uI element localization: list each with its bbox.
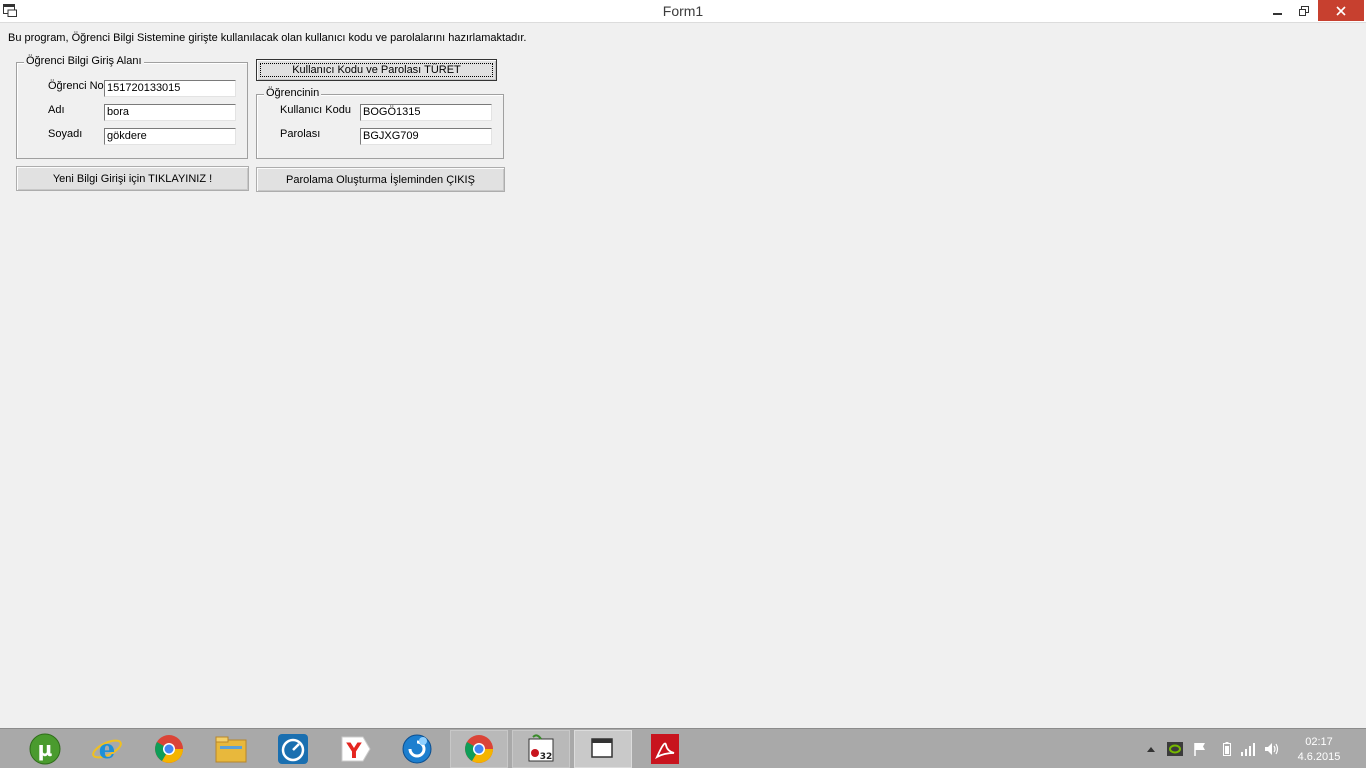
restore-button[interactable] — [1290, 0, 1318, 21]
svg-text:32: 32 — [540, 752, 553, 762]
taskbar-app-utorrent[interactable]: µ — [16, 730, 74, 768]
nvidia-icon — [1167, 742, 1183, 756]
close-icon — [1336, 5, 1346, 16]
svg-text:Y: Y — [345, 739, 362, 763]
svg-text:µ: µ — [38, 737, 53, 761]
clock-time: 02:17 — [1305, 736, 1333, 748]
generate-credentials-button[interactable]: Kullanıcı Kodu ve Parolası TÜRET — [256, 59, 497, 81]
user-code-output[interactable]: BOGÖ1315 — [360, 104, 492, 121]
taskbar-app-adobe-reader[interactable] — [636, 730, 694, 768]
taskbar-clock[interactable]: 02:17 4.6.2015 — [1292, 735, 1346, 765]
surname-label: Soyadı — [48, 128, 83, 140]
name-input[interactable]: bora — [104, 104, 236, 121]
exit-button[interactable]: Parolama Oluşturma İşleminden ÇIKIŞ — [256, 167, 505, 192]
utorrent-icon: µ — [29, 733, 61, 765]
title-bar: Form1 — [0, 0, 1366, 23]
tray-nvidia[interactable] — [1167, 741, 1183, 757]
window-app-icon — [591, 738, 613, 758]
user-code-label: Kullanıcı Kodu — [280, 104, 351, 116]
taskbar-app-program-32[interactable]: 32 — [512, 730, 570, 768]
chrome-icon — [465, 735, 493, 763]
speedometer-icon — [278, 734, 308, 764]
signal-bars-icon — [1241, 743, 1255, 756]
battery-icon — [1223, 742, 1231, 756]
yandex-icon: Y — [341, 736, 371, 763]
tray-battery[interactable] — [1219, 741, 1235, 757]
taskbar-app-chrome-running[interactable] — [450, 730, 508, 768]
clock-date: 4.6.2015 — [1297, 751, 1341, 763]
tray-network[interactable] — [1240, 741, 1256, 757]
student-credentials-group-title: Öğrencinin — [264, 87, 322, 99]
minimize-icon — [1273, 12, 1282, 15]
tray-action-center[interactable] — [1192, 741, 1208, 757]
close-button[interactable] — [1318, 0, 1364, 21]
program-32-icon: 32 — [528, 734, 554, 762]
student-no-label: Öğrenci No — [48, 80, 104, 92]
taskbar-app-globe-browser[interactable] — [388, 730, 446, 768]
file-explorer-icon — [215, 736, 247, 763]
new-entry-label: Yeni Bilgi Girişi için TIKLAYINIZ ! — [52, 172, 213, 185]
password-label: Parolası — [280, 128, 321, 140]
focus-ring — [260, 63, 493, 77]
minimize-button[interactable] — [1264, 0, 1292, 21]
chevron-up-icon — [1147, 747, 1155, 752]
student-no-input[interactable]: 151720133015 — [104, 80, 236, 97]
student-info-group-title: Öğrenci Bilgi Giriş Alanı — [24, 55, 144, 67]
name-label: Adı — [48, 104, 65, 116]
taskbar: µ e Y 32 02:17 4.6.2015 — [0, 728, 1366, 768]
flag-icon — [1194, 743, 1205, 756]
window-title: Form1 — [662, 3, 704, 19]
adobe-reader-icon — [651, 734, 679, 764]
taskbar-app-form1[interactable] — [574, 730, 632, 768]
chrome-icon — [155, 735, 183, 763]
taskbar-app-chrome[interactable] — [140, 730, 198, 768]
browser-globe-icon — [402, 734, 432, 764]
exit-label: Parolama Oluşturma İşleminden ÇIKIŞ — [286, 173, 475, 186]
password-output[interactable]: BGJXG709 — [360, 128, 492, 145]
tray-volume[interactable] — [1264, 741, 1280, 757]
speaker-icon — [1265, 743, 1279, 755]
taskbar-app-yandex[interactable]: Y — [326, 730, 384, 768]
taskbar-app-internet-explorer[interactable]: e — [78, 730, 136, 768]
taskbar-app-file-explorer[interactable] — [202, 730, 260, 768]
svg-text:e: e — [99, 735, 116, 765]
program-description: Bu program, Öğrenci Bilgi Sistemine giri… — [8, 32, 527, 44]
restore-icon — [1299, 5, 1309, 16]
new-entry-button[interactable]: Yeni Bilgi Girişi için TIKLAYINIZ ! — [16, 166, 249, 191]
internet-explorer-icon: e — [92, 735, 122, 765]
taskbar-app-speedometer[interactable] — [264, 730, 322, 768]
show-hidden-icons-button[interactable] — [1143, 741, 1159, 757]
surname-input[interactable]: gökdere — [104, 128, 236, 145]
